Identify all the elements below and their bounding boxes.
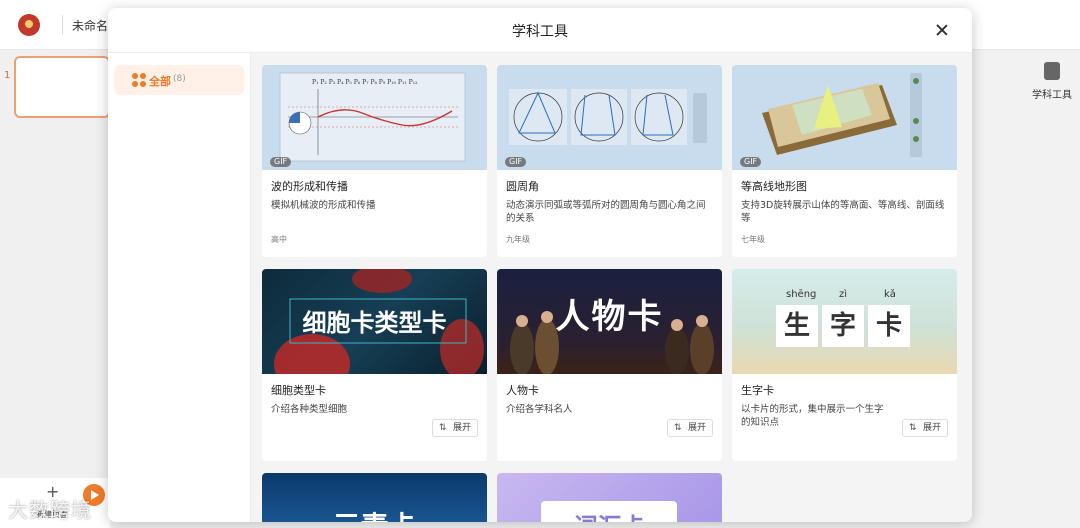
slide-panel bbox=[0, 50, 110, 528]
slide-thumbnail[interactable] bbox=[14, 56, 110, 118]
tool-card-wave[interactable]: P₁ P₂ P₃ P₄ P₅ P₆ P₇ P₈ P₉ P₁₀ P₁₁ P₁₂ G… bbox=[262, 65, 487, 257]
expand-button[interactable]: 展开 bbox=[432, 419, 478, 437]
card-grade: 高中 bbox=[271, 235, 287, 244]
category-all[interactable]: 全部 (8) bbox=[114, 65, 244, 95]
tool-card-contour-map[interactable]: GIF 等高线地形图 支持3D旋转展示山体的等高面、等高线、剖面线等 七年级 bbox=[732, 65, 957, 257]
pinyin: shēng bbox=[786, 289, 817, 300]
contour-illustration bbox=[762, 73, 922, 157]
card-title: 圆周角 bbox=[506, 180, 539, 193]
card-description: 介绍各种类型细胞 bbox=[271, 404, 348, 415]
gif-badge: GIF bbox=[740, 157, 762, 167]
expand-button[interactable]: 展开 bbox=[902, 419, 948, 437]
card-description: 以卡片的形式，集中展示一个生字的知识点 bbox=[741, 404, 884, 428]
watermark: 大数跨境 bbox=[8, 498, 92, 522]
pinyin: zì bbox=[839, 289, 848, 300]
tool-card-figure[interactable]: 人物卡 人物卡 介绍各学科名人 展开 bbox=[497, 269, 722, 461]
card-thumbnail: 词汇卡 bbox=[497, 473, 722, 522]
circle-angle-illustration bbox=[509, 89, 707, 145]
card-thumbnail: GIF bbox=[732, 65, 957, 170]
subject-tools-modal: 学科工具 全部 (8) P₁ P₂ P₃ P₄ P₅ P₆ P₇ P₈ P₉ P… bbox=[108, 8, 972, 522]
app-logo[interactable] bbox=[18, 14, 40, 36]
card-grade: 九年级 bbox=[506, 235, 530, 244]
modal-title: 学科工具 bbox=[512, 24, 568, 40]
thumb-title: 词汇卡 bbox=[497, 507, 722, 522]
card-thumbnail: 人物卡 bbox=[497, 269, 722, 374]
category-count: (8) bbox=[173, 74, 186, 84]
gif-badge: GIF bbox=[505, 157, 527, 167]
thumb-title: 元素卡 bbox=[262, 505, 487, 522]
svg-text:P₁ P₂ P₃ P₄ P₅ P₆ P₇ P₈ P₉ P₁₀: P₁ P₂ P₃ P₄ P₅ P₆ P₇ P₈ P₉ P₁₀ P₁₁ P₁₂ bbox=[312, 79, 418, 86]
subject-tools-button[interactable]: 学科工具 bbox=[1028, 58, 1076, 101]
card-description: 介绍各学科名人 bbox=[506, 404, 573, 415]
card-title: 细胞类型卡 bbox=[271, 384, 326, 397]
char-box: 生 bbox=[776, 305, 818, 347]
pinyin: kǎ bbox=[884, 289, 896, 300]
thumb-title: 细胞卡类型卡 bbox=[302, 309, 447, 337]
expand-button[interactable]: 展开 bbox=[667, 419, 713, 437]
slide-number: 1 bbox=[4, 70, 11, 81]
card-thumbnail: 细胞卡类型卡 bbox=[262, 269, 487, 374]
toolbox-icon bbox=[1044, 62, 1060, 80]
thumb-title: 人物卡 bbox=[555, 297, 664, 337]
tool-card-cell-type[interactable]: 细胞卡类型卡 细胞类型卡 介绍各种类型细胞 展开 bbox=[262, 269, 487, 461]
card-thumbnail: P₁ P₂ P₃ P₄ P₅ P₆ P₇ P₈ P₉ P₁₀ P₁₁ P₁₂ G… bbox=[262, 65, 487, 170]
card-description: 支持3D旋转展示山体的等高面、等高线、剖面线等 bbox=[741, 200, 945, 224]
tool-grid: P₁ P₂ P₃ P₄ P₅ P₆ P₇ P₈ P₉ P₁₀ P₁₁ P₁₂ G… bbox=[251, 53, 972, 522]
card-thumbnail: shēng zì kǎ 生 字 卡 bbox=[732, 269, 957, 374]
gif-badge: GIF bbox=[270, 157, 292, 167]
card-description: 动态演示同弧或等弧所对的圆周角与圆心角之间的关系 bbox=[506, 200, 706, 224]
card-title: 生字卡 bbox=[741, 384, 774, 397]
tool-card-element[interactable]: 元素卡 bbox=[262, 473, 487, 522]
tool-card-character[interactable]: shēng zì kǎ 生 字 卡 生字卡 以卡片的形式，集中展示一个生字的知识… bbox=[732, 269, 957, 461]
close-icon[interactable] bbox=[932, 20, 952, 40]
wave-illustration: P₁ P₂ P₃ P₄ P₅ P₆ P₇ P₈ P₉ P₁₀ P₁₁ P₁₂ bbox=[279, 72, 466, 162]
category-sidebar: 全部 (8) bbox=[108, 53, 251, 522]
card-thumbnail: 元素卡 bbox=[262, 473, 487, 522]
card-thumbnail: GIF bbox=[497, 65, 722, 170]
char-box: 字 bbox=[822, 305, 864, 347]
card-title: 人物卡 bbox=[506, 384, 539, 397]
category-label: 全部 bbox=[149, 75, 171, 88]
card-title: 波的形成和传播 bbox=[271, 180, 348, 193]
card-grade: 七年级 bbox=[741, 235, 765, 244]
subject-tools-label: 学科工具 bbox=[1032, 90, 1072, 101]
card-title: 等高线地形图 bbox=[741, 180, 807, 193]
modal-header: 学科工具 bbox=[108, 8, 972, 53]
grid-dots-icon bbox=[132, 73, 146, 87]
tool-card-inscribed-angle[interactable]: GIF 圆周角 动态演示同弧或等弧所对的圆周角与圆心角之间的关系 九年级 bbox=[497, 65, 722, 257]
tool-card-vocabulary[interactable]: 词汇卡 bbox=[497, 473, 722, 522]
topbar-divider bbox=[62, 15, 63, 35]
card-description: 模拟机械波的形成和传播 bbox=[271, 200, 376, 211]
char-box: 卡 bbox=[868, 305, 910, 347]
